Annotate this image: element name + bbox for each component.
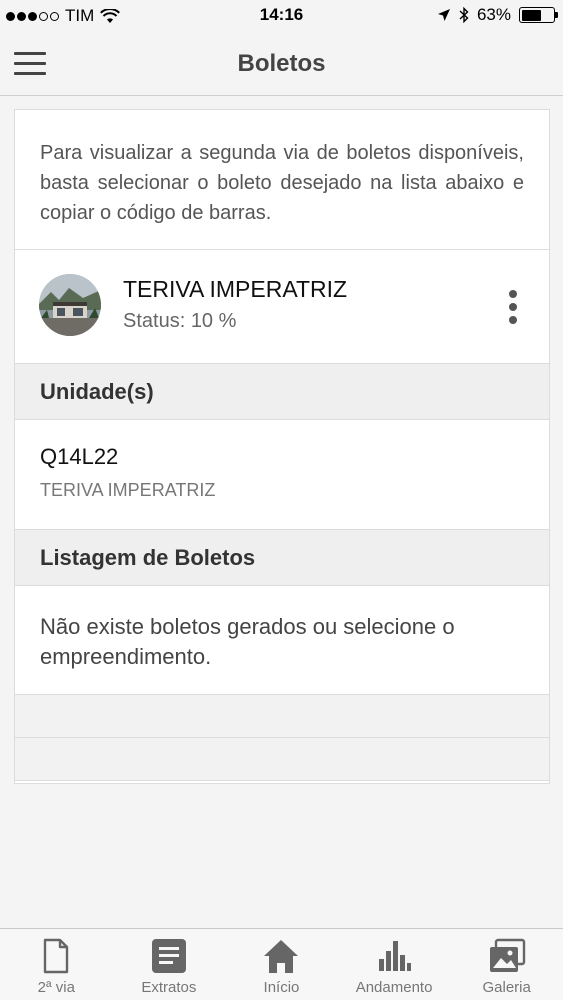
tab-label: 2ª via [37,979,75,996]
battery-percent: 63% [476,5,511,24]
tab-inicio[interactable]: Início [225,929,338,1000]
home-icon [264,940,299,973]
empty-boletos-message: Não existe boletos gerados ou selecione … [15,586,549,695]
project-name: TERIVA IMPERATRIZ [123,276,348,302]
tab-galeria[interactable]: Galeria [450,929,563,1000]
tab-label: Extratos [141,979,197,996]
boletos-card: Para visualizar a segunda via de boletos… [14,109,550,784]
document-icon [44,938,69,974]
blank-row [15,695,549,738]
unit-project-name: TERIVA IMPERATRIZ [40,480,216,500]
project-avatar [39,274,101,336]
location-arrow-icon [437,9,450,21]
tab-extratos[interactable]: Extratos [113,929,226,1000]
bluetooth-icon [459,6,469,24]
project-row[interactable]: TERIVA IMPERATRIZ Status: 10 % [15,250,549,364]
tab-label: Andamento [355,979,433,996]
tab-2a-via[interactable]: 2ª via [0,929,113,1000]
intro-text: Para visualizar a segunda via de boletos… [15,110,549,250]
page-title: Boletos [237,50,326,77]
unit-code: Q14L22 [40,444,119,469]
gallery-icon [489,938,525,972]
more-vertical-icon[interactable] [507,290,519,324]
navigation-bar: Boletos [0,32,563,96]
bar-chart-icon [379,941,412,971]
status-bar: TIM 14:16 63% [0,0,563,32]
tab-label: Galeria [482,979,531,996]
units-section-header: Unidade(s) [15,364,549,420]
unit-row[interactable]: Q14L22 TERIVA IMPERATRIZ [15,420,549,530]
project-status: Status: 10 % [123,310,237,332]
tab-bar: 2ª via Extratos Início Andamento Galeria [0,928,563,1000]
blank-row [15,738,549,781]
statement-icon [151,939,186,973]
tab-andamento[interactable]: Andamento [338,929,451,1000]
boletos-section-header: Listagem de Boletos [15,530,549,586]
tab-label: Início [263,979,300,996]
battery-icon [519,7,558,23]
